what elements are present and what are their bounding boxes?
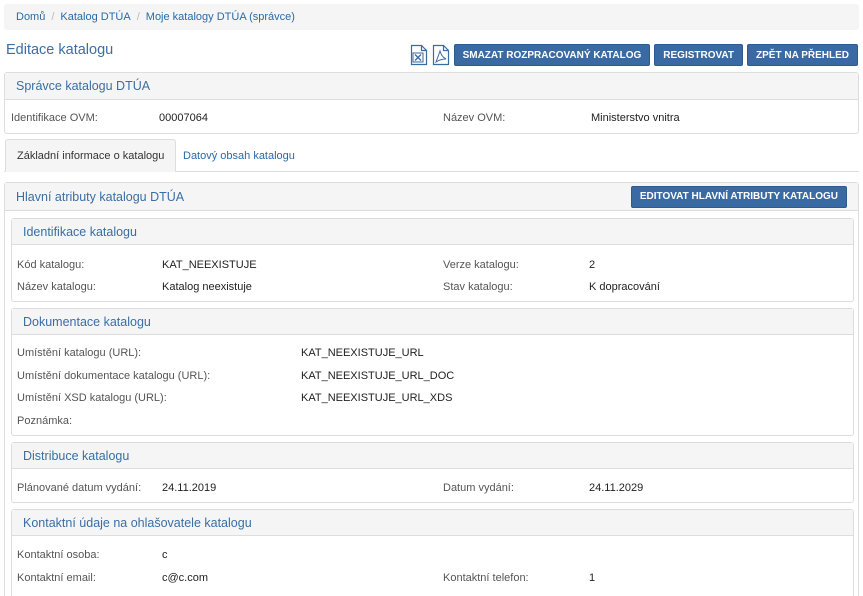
tab-basic-info[interactable]: Základní informace o katalogu [5, 139, 177, 172]
release-date-value: 24.11.2029 [589, 482, 644, 494]
catalog-code-value: KAT_NEEXISTUJE [162, 259, 257, 271]
catalog-name-label: Název katalogu: [17, 281, 96, 293]
contact-info-header: Kontaktní údaje na ohlašovatele katalogu [12, 510, 853, 536]
contact-person-value: c [162, 549, 168, 561]
catalog-state-value: K dopracování [589, 281, 660, 293]
catalog-admin-panel-header: Správce katalogu DTÚA [5, 73, 858, 100]
catalog-admin-panel: Správce katalogu DTÚA Identifikace OVM: … [4, 72, 859, 134]
main-attributes-panel: Hlavní atributy katalogu DTÚA EDITOVAT H… [4, 182, 859, 596]
release-date-label: Datum vydání: [443, 482, 514, 494]
catalog-version-label: Verze katalogu: [443, 259, 519, 271]
contact-email-value: c@c.com [162, 572, 209, 584]
delete-draft-button[interactable]: SMAZAT ROZPRACOVANÝ KATALOG [453, 44, 651, 66]
tab-data-content[interactable]: Datový obsah katalogu [172, 139, 306, 172]
catalog-documentation-header: Dokumentace katalogu [12, 309, 853, 335]
planned-release-date-label: Plánované datum vydání: [17, 482, 142, 494]
ovm-id-value: 00007064 [159, 112, 208, 124]
register-button[interactable]: REGISTROVAT [654, 44, 744, 66]
edit-main-attributes-button[interactable]: EDITOVAT HLAVNÍ ATRIBUTY KATALOGU [630, 185, 847, 208]
catalog-identification-title: Identifikace katalogu [23, 224, 137, 239]
catalog-documentation-section: Dokumentace katalogu Umístění katalogu (… [11, 308, 854, 436]
planned-release-date-value: 24.11.2019 [162, 482, 217, 494]
main-attributes-header: Hlavní atributy katalogu DTÚA EDITOVAT H… [5, 183, 858, 211]
catalog-state-label: Stav katalogu: [443, 281, 513, 293]
contact-phone-value: 1 [589, 572, 596, 584]
pdf-file-icon[interactable] [432, 44, 450, 66]
breadcrumb-my-catalogs-link[interactable]: Moje katalogy DTÚA (správce) [146, 11, 295, 23]
breadcrumb-separator: / [51, 11, 55, 23]
catalog-note-label: Poznámka: [17, 415, 73, 427]
catalog-doc-url-label: Umístění dokumentace katalogu (URL): [17, 370, 211, 382]
catalog-name-value: Katalog neexistuje [162, 281, 252, 293]
ovm-name-label: Název OVM: [443, 112, 506, 124]
catalog-code-label: Kód katalogu: [17, 259, 85, 271]
catalog-documentation-title: Dokumentace katalogu [23, 314, 151, 329]
breadcrumb-catalog-link[interactable]: Katalog DTÚA [60, 11, 130, 23]
catalog-xsd-url-value: KAT_NEEXISTUJE_URL_XDS [301, 392, 453, 404]
toolbar: SMAZAT ROZPRACOVANÝ KATALOG REGISTROVAT … [410, 44, 858, 66]
breadcrumb-separator: / [136, 11, 140, 23]
excel-file-icon[interactable] [410, 44, 428, 66]
catalog-identification-section: Identifikace katalogu Kód katalogu: KAT_… [11, 218, 854, 302]
catalog-doc-url-value: KAT_NEEXISTUJE_URL_DOC [301, 370, 455, 382]
contact-email-label: Kontaktní email: [17, 572, 96, 584]
contact-phone-label: Kontaktní telefon: [443, 572, 529, 584]
contact-person-label: Kontaktní osoba: [17, 549, 100, 561]
contact-info-title: Kontaktní údaje na ohlašovatele katalogu [23, 515, 252, 530]
back-to-overview-button[interactable]: ZPĚT NA PŘEHLED [747, 44, 858, 66]
ovm-name-value: Ministerstvo vnitra [591, 112, 680, 124]
catalog-url-value: KAT_NEEXISTUJE_URL [301, 347, 424, 359]
breadcrumb-home-link[interactable]: Domů [16, 11, 45, 23]
catalog-version-value: 2 [589, 259, 596, 271]
main-attributes-title: Hlavní atributy katalogu DTÚA [16, 189, 185, 204]
catalog-identification-header: Identifikace katalogu [12, 219, 853, 245]
catalog-admin-title: Správce katalogu DTÚA [16, 79, 151, 93]
breadcrumb: Domů / Katalog DTÚA / Moje katalogy DTÚA… [4, 4, 859, 30]
ovm-id-label: Identifikace OVM: [11, 112, 98, 124]
catalog-xsd-url-label: Umístění XSD katalogu (URL): [17, 392, 167, 404]
catalog-url-label: Umístění katalogu (URL): [17, 347, 142, 359]
catalog-distribution-header: Distribuce katalogu [12, 443, 853, 469]
catalog-distribution-title: Distribuce katalogu [23, 448, 130, 463]
catalog-distribution-section: Distribuce katalogu Plánované datum vydá… [11, 442, 854, 503]
page-title: Editace katalogu [6, 42, 114, 58]
catalog-tabs: Základní informace o katalogu Datový obs… [4, 139, 859, 172]
contact-info-section: Kontaktní údaje na ohlašovatele katalogu… [11, 509, 854, 596]
